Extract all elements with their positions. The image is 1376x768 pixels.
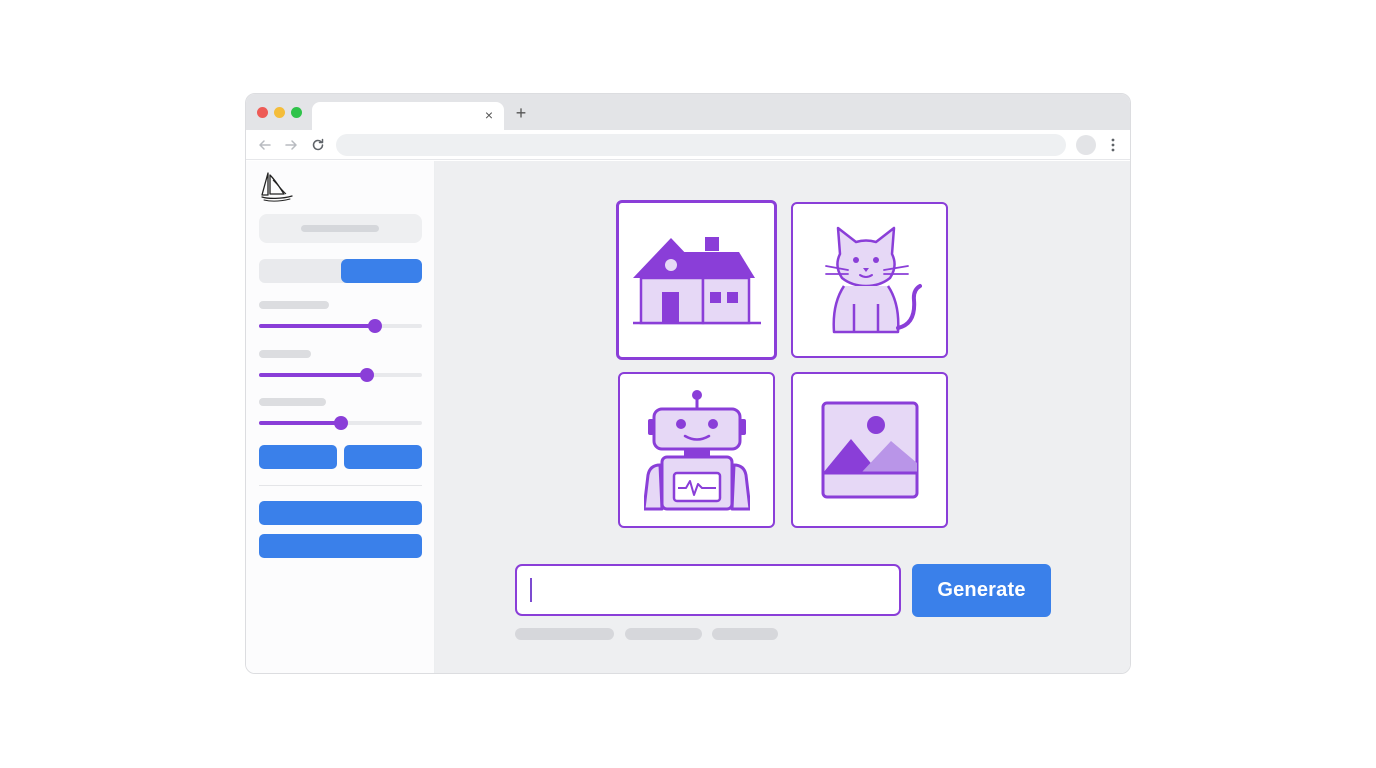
sidebar-action-button-2[interactable] bbox=[259, 534, 422, 558]
browser-tab[interactable]: × bbox=[312, 102, 504, 130]
slider-label bbox=[259, 301, 329, 309]
image-tile-robot[interactable] bbox=[618, 372, 775, 528]
slider-2[interactable] bbox=[259, 368, 422, 382]
main-canvas: Generate bbox=[435, 161, 1130, 673]
robot-icon bbox=[643, 390, 750, 511]
tab-close-icon[interactable]: × bbox=[481, 107, 497, 123]
arrow-left-icon bbox=[259, 140, 271, 150]
slider-thumb[interactable] bbox=[359, 368, 374, 382]
slider-fill bbox=[259, 421, 341, 425]
slider-thumb[interactable] bbox=[333, 416, 348, 430]
slider-label bbox=[259, 350, 311, 358]
arrow-right-icon bbox=[285, 140, 297, 150]
prompt-input[interactable] bbox=[515, 564, 901, 616]
landscape-image-icon bbox=[821, 401, 918, 499]
back-button[interactable] bbox=[256, 136, 274, 154]
suggestion-chip[interactable] bbox=[625, 628, 702, 640]
sidebar-button-left[interactable] bbox=[259, 445, 337, 469]
reload-icon bbox=[312, 138, 324, 151]
slider-label bbox=[259, 398, 326, 406]
generate-button[interactable]: Generate bbox=[912, 564, 1051, 617]
slider-1[interactable] bbox=[259, 319, 422, 333]
text-caret bbox=[530, 578, 532, 602]
mode-toggle-selected[interactable] bbox=[341, 259, 422, 283]
suggestion-chip[interactable] bbox=[712, 628, 778, 640]
settings-sidebar bbox=[246, 161, 435, 673]
cat-icon bbox=[824, 226, 922, 334]
profile-avatar[interactable] bbox=[1076, 135, 1096, 155]
minimize-window-button[interactable] bbox=[274, 107, 285, 118]
mode-toggle[interactable] bbox=[259, 259, 422, 283]
image-tile-house[interactable] bbox=[616, 200, 777, 360]
slider-fill bbox=[259, 324, 375, 328]
sailboat-logo-icon bbox=[261, 172, 293, 202]
browser-window: × + Generate bbox=[245, 93, 1131, 674]
slider-thumb[interactable] bbox=[367, 319, 382, 333]
sidebar-divider bbox=[259, 485, 422, 486]
new-tab-icon[interactable]: + bbox=[512, 104, 530, 122]
forward-button[interactable] bbox=[282, 136, 300, 154]
tab-strip: × + bbox=[246, 94, 1130, 130]
sidebar-button-right[interactable] bbox=[344, 445, 422, 469]
image-tile-cat[interactable] bbox=[791, 202, 948, 358]
house-icon bbox=[632, 237, 761, 325]
maximize-window-button[interactable] bbox=[291, 107, 302, 118]
suggestion-chip[interactable] bbox=[515, 628, 614, 640]
browser-menu-button[interactable] bbox=[1104, 136, 1122, 154]
close-window-button[interactable] bbox=[257, 107, 268, 118]
reload-button[interactable] bbox=[309, 136, 327, 154]
sidebar-action-button-1[interactable] bbox=[259, 501, 422, 525]
more-vertical-icon bbox=[1111, 138, 1115, 152]
image-tile-landscape[interactable] bbox=[791, 372, 948, 528]
slider-3[interactable] bbox=[259, 416, 422, 430]
browser-toolbar bbox=[246, 130, 1130, 160]
address-bar[interactable] bbox=[336, 134, 1066, 156]
slider-fill bbox=[259, 373, 367, 377]
sidebar-search-input[interactable] bbox=[259, 214, 422, 243]
placeholder-bar bbox=[301, 225, 379, 232]
